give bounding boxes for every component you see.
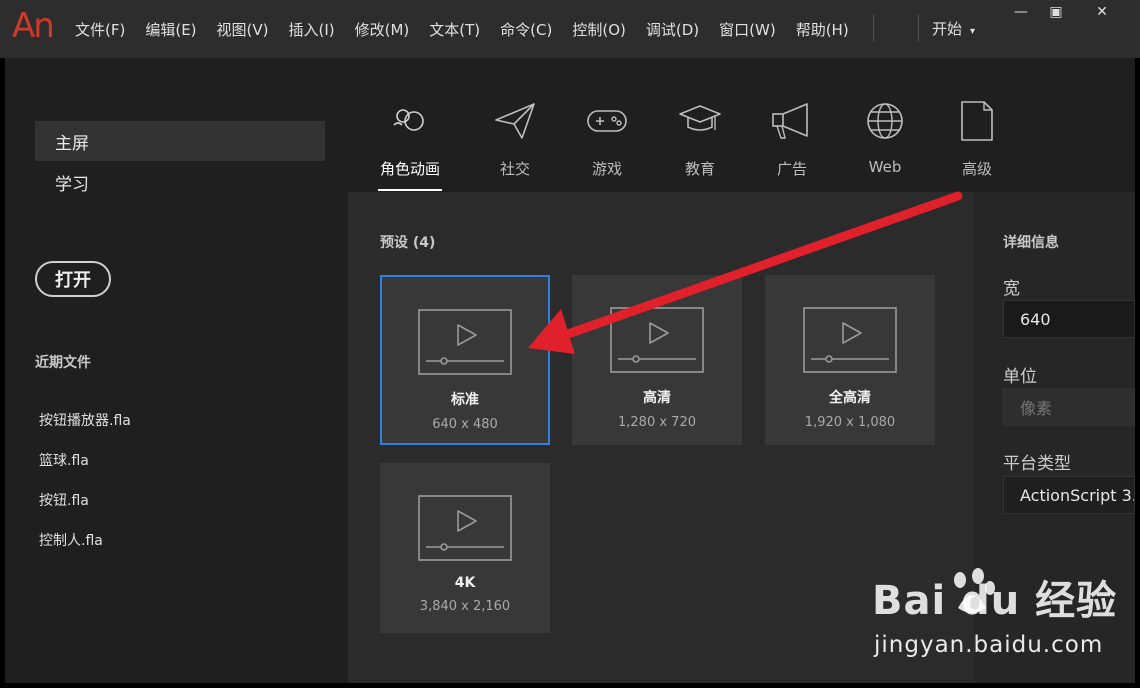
- tab-advanced[interactable]: 高级: [942, 98, 1012, 179]
- gamepad-icon: [587, 110, 627, 132]
- tab-social[interactable]: 社交: [480, 98, 550, 179]
- sidebar: 主屏 学习 打开 近期文件 按钮播放器.fla 篮球.fla 按钮.fla 控制…: [5, 58, 348, 683]
- menu-modify[interactable]: 修改(M): [352, 19, 413, 40]
- video-preset-icon: [418, 495, 512, 561]
- platform-label: 平台类型: [1003, 454, 1071, 474]
- workspace-label: 开始: [932, 20, 963, 38]
- preset-dimensions: 3,840 x 2,160: [419, 599, 511, 614]
- menu-insert[interactable]: 插入(I): [286, 19, 338, 40]
- tab-character-animation[interactable]: 角色动画: [375, 98, 445, 191]
- title-bar: An 文件(F) 编辑(E) 视图(V) 插入(I) 修改(M) 文本(T) 命…: [0, 0, 1140, 58]
- watermark-url: jingyan.baidu.com: [874, 632, 1104, 658]
- tab-label: 广告: [776, 160, 807, 178]
- tab-label: Web: [868, 158, 902, 176]
- presets-heading: 预设 (4): [380, 235, 436, 251]
- preset-card-4k[interactable]: 4K 3,840 x 2,160: [380, 463, 550, 633]
- tab-education[interactable]: 教育: [665, 98, 735, 179]
- preset-card-standard[interactable]: 标准 640 x 480: [380, 275, 550, 445]
- preset-dimensions: 1,920 x 1,080: [804, 415, 896, 430]
- workspace-switcher[interactable]: 开始 ▾: [932, 18, 975, 39]
- menu-text[interactable]: 文本(T): [426, 19, 483, 40]
- details-heading: 详细信息: [1003, 235, 1059, 251]
- menu-help[interactable]: 帮助(H): [793, 19, 852, 40]
- app-logo: An: [12, 6, 55, 46]
- graduation-cap-icon: [679, 105, 721, 131]
- preset-card-full-hd[interactable]: 全高清 1,920 x 1,080: [765, 275, 935, 445]
- menu-debug[interactable]: 调试(D): [643, 19, 702, 40]
- recent-file-item[interactable]: 篮球.fla: [39, 450, 89, 470]
- tab-label: 社交: [499, 160, 530, 178]
- sidebar-item-learn[interactable]: 学习: [35, 162, 325, 202]
- menu-edit[interactable]: 编辑(E): [142, 19, 199, 40]
- menu-file[interactable]: 文件(F): [72, 19, 128, 40]
- paper-plane-icon: [495, 103, 535, 139]
- tab-advertising[interactable]: 广告: [757, 98, 827, 179]
- video-preset-icon: [418, 309, 512, 375]
- preset-dimensions: 1,280 x 720: [618, 415, 696, 430]
- recent-file-item[interactable]: 按钮播放器.fla: [39, 410, 131, 430]
- tab-games[interactable]: 游戏: [572, 98, 642, 179]
- tab-web[interactable]: Web: [850, 98, 920, 176]
- chevron-down-icon: ▾: [970, 26, 976, 37]
- menu-window[interactable]: 窗口(W): [716, 19, 779, 40]
- recent-files-heading: 近期文件: [35, 355, 91, 371]
- document-icon: [961, 101, 993, 141]
- baidu-watermark: Bai du 经验 jingyan.baidu.com: [872, 568, 1140, 688]
- preset-name: 全高清: [829, 390, 871, 406]
- preset-name: 4K: [454, 575, 476, 591]
- platform-select[interactable]: ActionScript 3.0: [1003, 476, 1135, 514]
- width-field[interactable]: 640: [1003, 300, 1135, 338]
- paw-icon: [954, 568, 995, 613]
- menu-separator: [873, 14, 874, 42]
- recent-file-item[interactable]: 按钮.fla: [39, 490, 89, 510]
- menu-view[interactable]: 视图(V): [214, 19, 272, 40]
- recent-file-item[interactable]: 控制人.fla: [39, 530, 103, 550]
- width-label: 宽: [1003, 279, 1020, 299]
- open-button[interactable]: 打开: [35, 261, 111, 297]
- active-tab-underline: [378, 189, 442, 191]
- preset-name: 标准: [451, 392, 479, 408]
- tab-label: 高级: [961, 160, 992, 178]
- globe-icon: [867, 103, 903, 139]
- menu-control[interactable]: 控制(O): [569, 19, 629, 40]
- preset-card-hd[interactable]: 高清 1,280 x 720: [572, 275, 742, 445]
- preset-dimensions: 640 x 480: [432, 417, 498, 432]
- video-preset-icon: [610, 307, 704, 373]
- tab-label: 角色动画: [379, 160, 440, 178]
- tab-label: 教育: [684, 160, 715, 178]
- megaphone-icon: [772, 103, 808, 139]
- unit-select: 像素: [1003, 388, 1135, 426]
- preset-name: 高清: [643, 390, 671, 406]
- close-button[interactable]: ✕: [1086, 0, 1118, 24]
- character-animation-icon: [393, 109, 424, 131]
- minimize-button[interactable]: —: [1005, 0, 1037, 24]
- maximize-button[interactable]: ▣: [1040, 0, 1072, 24]
- video-preset-icon: [803, 307, 897, 373]
- menu-bar: 文件(F) 编辑(E) 视图(V) 插入(I) 修改(M) 文本(T) 命令(C…: [72, 19, 866, 40]
- tab-label: 游戏: [591, 160, 622, 178]
- sidebar-item-home[interactable]: 主屏: [35, 121, 325, 161]
- menu-separator: [918, 14, 919, 42]
- menu-commands[interactable]: 命令(C): [497, 19, 555, 40]
- unit-label: 单位: [1003, 367, 1037, 387]
